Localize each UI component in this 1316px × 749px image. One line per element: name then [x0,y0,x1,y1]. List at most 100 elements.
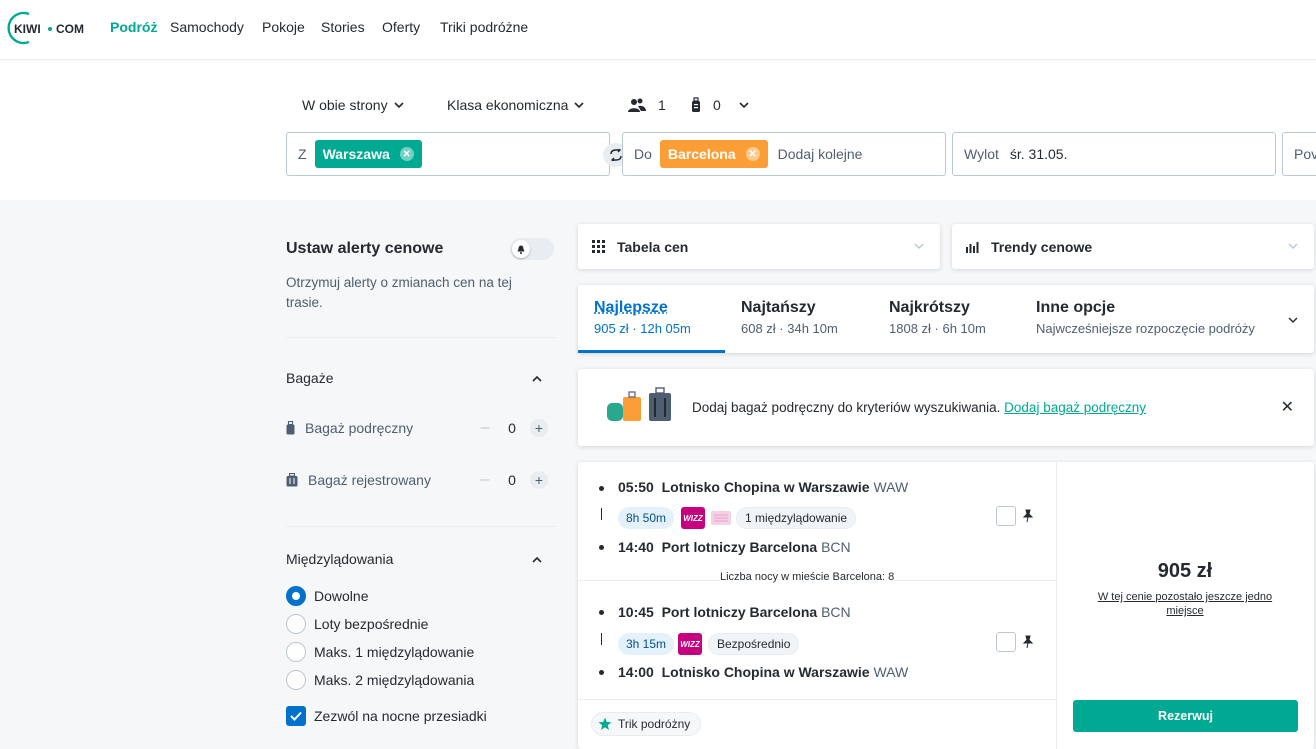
airport: Port lotniczy Barcelona [661,604,818,620]
cabin-class-select[interactable]: Klasa ekonomiczna [447,97,584,113]
nav-item-pokoje[interactable]: Pokoje [262,19,305,35]
destination-field[interactable]: Do Barcelona ✕ Dodaj kolejne [622,132,946,176]
price-alert-toggle[interactable] [510,238,554,260]
divider [286,337,556,338]
chevron-down-icon [914,243,924,249]
stops-option-max1[interactable]: Maks. 1 międzylądowanie [286,642,474,662]
price-table-label: Tabela cen [617,238,689,255]
increment-button[interactable]: + [530,419,548,437]
divider [286,526,556,527]
add-cabin-bag-link[interactable]: Dodaj bagaż podręczny [1004,400,1146,415]
checked-bag-stepper: – 0 + [476,471,548,489]
timeline-dot [599,670,604,675]
pin-icon[interactable] [1022,509,1034,523]
stops-option-label: Maks. 1 międzylądowanie [314,644,475,660]
stops-option-direct[interactable]: Loty bezpośrednie [286,614,428,634]
departure-label: Wylot [964,146,999,162]
radio[interactable] [286,614,306,634]
bags-count: 0 [713,97,721,113]
origin-chip[interactable]: Warszawa ✕ [314,140,422,168]
price-trends-label: Trendy cenowe [991,238,1093,255]
stops-option-label: Loty bezpośrednie [314,616,429,632]
bags-select[interactable]: 0 [691,97,749,113]
divider [1056,462,1057,749]
chevron-down-icon [574,102,584,109]
time: 10:45 [618,604,654,620]
cabin-bag-row: Bagaż podręczny – 0 + [286,416,548,440]
banner-message: Dodaj bagaż podręczny do kryteriów wyszu… [692,400,1146,415]
divider [578,699,1056,700]
checked-bag-icon [286,473,298,487]
nights-info: Liczba nocy w mieście Barcelona: 8 [720,571,895,583]
stops-section-title[interactable]: Międzylądowania [286,551,393,567]
radio[interactable] [286,670,306,690]
decrement-button[interactable]: – [476,471,494,489]
checkbox-checked[interactable] [286,706,306,726]
compare-checkbox[interactable] [996,506,1016,526]
price-alert-title: Ustaw alerty cenowe [286,240,444,257]
compare-checkbox[interactable] [996,632,1016,652]
airport-code: BCN [821,604,851,620]
nav-item-stories[interactable]: Stories [321,19,365,35]
decrement-button[interactable]: – [476,419,494,437]
departure-date-field[interactable]: Wylot śr. 31.05. [952,132,1276,176]
radio-selected[interactable] [286,586,306,606]
overnight-stopover-checkbox[interactable]: Zezwól na nocne przesiadki [286,706,487,726]
origin-chip-label: Warszawa [322,146,390,162]
nav-item-samochody[interactable]: Samochody [170,19,244,35]
return-date-field[interactable]: Pov [1282,132,1316,176]
tab-title: Najkrótszy [889,299,970,316]
timeline-dot [599,486,604,491]
chevron-down-icon [739,102,749,109]
airport: Port lotniczy Barcelona [661,539,818,555]
nav-item-oferty[interactable]: Oferty [382,19,420,35]
passengers-select[interactable]: 1 [628,97,666,113]
cabin-bag-value: 0 [508,420,516,436]
inbound-departure: 10:45 Port lotniczy Barcelona BCN [618,604,851,620]
tab-fastest[interactable]: Najkrótszy 1808 zł · 6h 10m [873,285,1020,353]
stops-option-label: Dowolne [314,588,369,604]
tab-best[interactable]: Najlepsze 905 zł · 12h 05m [578,285,725,353]
outbound-arrival: 14:40 Port lotniczy Barcelona BCN [618,539,851,555]
checked-bag-row: Bagaż rejestrowany – 0 + [286,468,548,492]
increment-button[interactable]: + [530,471,548,489]
svg-text:COM: COM [56,22,84,36]
nav-item-podroz[interactable]: Podróż [110,19,157,35]
toggle-knob [512,240,530,258]
book-button[interactable]: Rezerwuj [1073,700,1298,732]
stops-badge: Bezpośrednio [708,633,800,655]
tab-other-options[interactable]: Inne opcje Najwcześniejsze rozpoczęcie p… [1020,285,1314,353]
remove-origin-icon[interactable]: ✕ [399,147,414,161]
search-panel [0,61,1316,200]
chevron-down-icon [1288,317,1298,323]
remove-destination-icon[interactable]: ✕ [745,147,760,161]
stops-option-max2[interactable]: Maks. 2 międzylądowania [286,670,474,690]
luggage-icon [692,97,700,112]
close-icon[interactable]: ✕ [1281,397,1294,417]
chevron-up-icon[interactable] [532,555,542,565]
tab-cheapest[interactable]: Najtańszy 608 zł · 34h 10m [725,285,873,353]
chevron-up-icon[interactable] [532,374,542,384]
swap-icon [610,149,622,161]
bags-section-title[interactable]: Bagaże [286,370,333,386]
destination-chip[interactable]: Barcelona ✕ [659,140,768,168]
nav-item-triki[interactable]: Triki podróżne [440,19,528,35]
cabin-bag-stepper: – 0 + [476,419,548,437]
passengers-icon [628,98,646,112]
origin-field[interactable]: Z Warszawa ✕ [286,132,610,176]
destination-placeholder: Dodaj kolejne [777,146,863,162]
destination-label: Do [634,146,652,162]
price-trends-dropdown[interactable]: Trendy cenowe [952,224,1314,269]
kiwi-logo[interactable]: KIWI COM [7,9,89,47]
pin-icon[interactable] [1022,635,1034,649]
travel-hack-badge[interactable]: Trik podróżny [591,712,702,736]
trip-type-select[interactable]: W obie strony [302,97,404,113]
star-icon [598,717,612,730]
radio[interactable] [286,642,306,662]
price-table-dropdown[interactable]: Tabela cen [578,224,940,269]
timeline-dot [599,610,604,615]
stops-option-any[interactable]: Dowolne [286,586,368,606]
tab-subtitle: Najwcześniejsze rozpoczęcie podróży [1036,321,1255,336]
luggage-illustration [607,387,671,421]
overnight-label: Zezwól na nocne przesiadki [314,708,487,724]
